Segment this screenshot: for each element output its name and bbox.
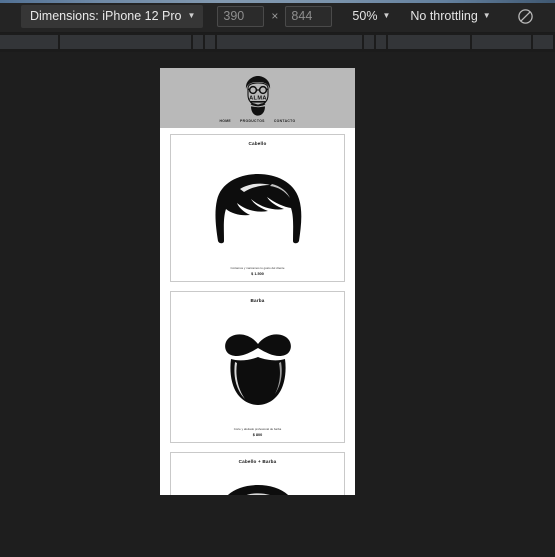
ruler-segment bbox=[205, 35, 215, 50]
viewport-width-input[interactable] bbox=[217, 5, 265, 27]
product-card[interactable]: Cabello + Barba bbox=[170, 452, 345, 495]
zoom-level-label: 50% bbox=[352, 9, 378, 23]
product-description: Corte y afeitado profesional de barba bbox=[233, 427, 282, 432]
device-selector-dropdown[interactable]: Dimensions: iPhone 12 Pro ▼ bbox=[21, 4, 204, 28]
ruler-segment bbox=[216, 35, 363, 50]
media-query-inspector-icon[interactable] bbox=[517, 8, 534, 25]
viewport-height-input[interactable] bbox=[285, 5, 333, 27]
product-list: Cabello Cortamos y marcamos tu gusto del… bbox=[160, 128, 355, 495]
ruler-segment bbox=[387, 35, 471, 50]
product-title: Barba bbox=[250, 298, 265, 303]
ruler-segment bbox=[364, 35, 375, 50]
nav-item-contacto[interactable]: CONTACTO bbox=[274, 119, 296, 123]
device-ruler-strip bbox=[0, 33, 555, 52]
site-logo[interactable]: ALMA bbox=[240, 75, 276, 117]
network-throttling-dropdown[interactable]: No throttling ▼ bbox=[404, 6, 496, 27]
window-titlebar-sheen bbox=[0, 0, 555, 3]
site-navigation: HOME PRODUCTOS CONTACTO bbox=[219, 118, 295, 125]
ruler-segment bbox=[193, 35, 204, 50]
product-title: Cabello bbox=[248, 141, 267, 146]
nav-item-home[interactable]: HOME bbox=[219, 119, 231, 123]
ruler-segment bbox=[472, 35, 531, 50]
hair-silhouette-icon bbox=[175, 148, 340, 266]
device-selector-label: Dimensions: iPhone 12 Pro bbox=[30, 8, 182, 23]
chevron-down-icon: ▼ bbox=[482, 11, 491, 20]
product-description: Cortamos y marcamos tu gusto del cliente bbox=[230, 266, 285, 271]
hair-and-beard-silhouette-icon bbox=[175, 466, 340, 495]
chevron-down-icon: ▼ bbox=[187, 11, 196, 20]
ruler-segment bbox=[0, 35, 59, 50]
site-header: ALMA HOME PRODUCTOS CONTACTO bbox=[160, 68, 355, 128]
device-emulation-canvas: ALMA HOME PRODUCTOS CONTACTO Cabello Cor… bbox=[0, 52, 555, 557]
dimension-separator: × bbox=[271, 9, 279, 23]
ruler-segment bbox=[60, 35, 192, 50]
devtools-device-toolbar: Dimensions: iPhone 12 Pro ▼ × 50% ▼ No t… bbox=[0, 0, 555, 33]
product-title: Cabello + Barba bbox=[238, 459, 277, 464]
product-card[interactable]: Cabello Cortamos y marcamos tu gusto del… bbox=[170, 134, 345, 282]
emulated-page-viewport[interactable]: ALMA HOME PRODUCTOS CONTACTO Cabello Cor… bbox=[160, 68, 355, 495]
ruler-segment bbox=[376, 35, 386, 50]
product-price: $ 800 bbox=[252, 433, 263, 437]
beard-silhouette-icon bbox=[175, 305, 340, 427]
network-throttling-label: No throttling bbox=[410, 9, 478, 23]
svg-text:ALMA: ALMA bbox=[249, 96, 267, 102]
ruler-segment bbox=[532, 35, 553, 50]
product-card[interactable]: Barba Corte y afeitado profesional de ba… bbox=[170, 291, 345, 443]
chevron-down-icon: ▼ bbox=[382, 11, 391, 20]
zoom-level-dropdown[interactable]: 50% ▼ bbox=[346, 6, 396, 27]
nav-item-productos[interactable]: PRODUCTOS bbox=[240, 119, 265, 123]
product-price: $ 1.500 bbox=[251, 272, 264, 276]
